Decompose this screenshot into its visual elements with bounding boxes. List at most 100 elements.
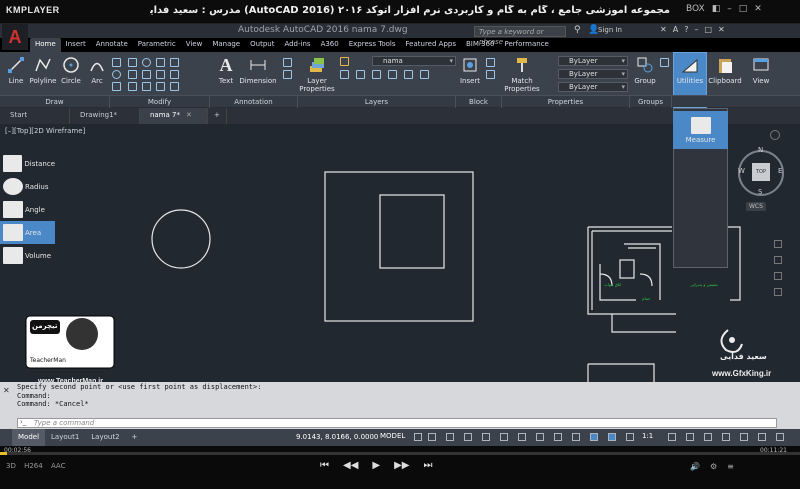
- tab-bim-360[interactable]: BIM 360: [461, 38, 500, 52]
- match-layer-icon[interactable]: [420, 70, 429, 79]
- area-menu-item[interactable]: Area: [0, 221, 55, 244]
- app-close-icon[interactable]: ✕: [718, 25, 725, 34]
- autodesk-a360-icon[interactable]: A: [673, 25, 678, 34]
- steering-wheel-icon[interactable]: [770, 130, 780, 140]
- grid-icon[interactable]: [414, 433, 422, 441]
- panel-properties[interactable]: Properties: [502, 96, 630, 108]
- layer-freeze-icon[interactable]: [372, 70, 381, 79]
- hardware-acceleration-icon[interactable]: [758, 433, 766, 441]
- fillet-icon[interactable]: [156, 70, 165, 79]
- layer-state-icon[interactable]: [340, 57, 349, 66]
- customization-icon[interactable]: [776, 433, 784, 441]
- group-tool[interactable]: Group: [632, 56, 658, 85]
- lineweight-icon[interactable]: [536, 433, 544, 441]
- mirror-icon[interactable]: [142, 70, 151, 79]
- compass-south[interactable]: S: [758, 188, 762, 196]
- osnap-icon[interactable]: [518, 433, 526, 441]
- close-icon[interactable]: ✕: [754, 4, 762, 14]
- tab-featured-apps[interactable]: Featured Apps: [401, 38, 461, 52]
- annotation-scale[interactable]: 1:1: [642, 432, 653, 440]
- polyline-tool[interactable]: Polyline: [28, 56, 58, 85]
- compass-north[interactable]: N: [758, 146, 763, 154]
- new-tab-button[interactable]: +: [208, 108, 227, 124]
- copy-icon[interactable]: [128, 70, 137, 79]
- trim-icon[interactable]: [156, 58, 165, 67]
- panel-layers[interactable]: Layers: [298, 96, 456, 108]
- tab-home[interactable]: Home: [30, 38, 61, 52]
- panel-modify[interactable]: Modify: [110, 96, 210, 108]
- tab-express-tools[interactable]: Express Tools: [344, 38, 401, 52]
- autocad-app-menu-button[interactable]: A: [2, 24, 28, 50]
- text-tool[interactable]: A Text: [214, 55, 238, 86]
- close-tab-icon[interactable]: ✕: [186, 111, 192, 119]
- orbit-icon[interactable]: [774, 272, 782, 280]
- layout-tab-model[interactable]: Model: [12, 429, 46, 446]
- drawn-circle[interactable]: [151, 209, 211, 269]
- file-tab-start[interactable]: Start: [0, 108, 70, 124]
- stretch-icon[interactable]: [128, 82, 137, 91]
- wcs-menu[interactable]: WCS: [746, 202, 766, 211]
- tab-view[interactable]: View: [181, 38, 208, 52]
- workspace-icon[interactable]: [668, 433, 676, 441]
- binoculars-icon[interactable]: ⚲: [574, 25, 581, 35]
- file-tab-drawing1[interactable]: Drawing1*: [70, 108, 140, 124]
- annotation-monitor-icon[interactable]: [686, 433, 694, 441]
- tab-performance[interactable]: Performance: [499, 38, 553, 52]
- panel-draw[interactable]: Draw: [0, 96, 110, 108]
- tab-insert[interactable]: Insert: [61, 38, 91, 52]
- arc-tool[interactable]: Arc: [86, 56, 108, 85]
- dynamic-ucs-icon[interactable]: [590, 433, 598, 441]
- selection-cycling-icon[interactable]: [572, 433, 580, 441]
- explode-icon[interactable]: [170, 70, 179, 79]
- seek-bar[interactable]: [0, 452, 800, 455]
- badge-3d[interactable]: 3D: [6, 462, 16, 470]
- help-icon[interactable]: ?: [684, 25, 688, 34]
- gradient-icon[interactable]: [112, 82, 121, 91]
- drawn-inner-square[interactable]: [379, 194, 445, 269]
- layout-tab-layout2[interactable]: Layout2: [85, 429, 125, 446]
- isodraft-icon[interactable]: [482, 433, 490, 441]
- layer-dropdown[interactable]: nama: [372, 56, 456, 66]
- tab-annotate[interactable]: Annotate: [91, 38, 133, 52]
- tab-add-ins[interactable]: Add-ins: [279, 38, 315, 52]
- layout-tab-layout1[interactable]: Layout1: [45, 429, 85, 446]
- zoom-extents-icon[interactable]: [774, 256, 782, 264]
- next-icon[interactable]: ⏭: [423, 460, 432, 471]
- offset-icon[interactable]: [170, 82, 179, 91]
- ungroup-icon[interactable]: [660, 58, 669, 67]
- quick-properties-icon[interactable]: [722, 433, 730, 441]
- showmotion-icon[interactable]: [774, 288, 782, 296]
- hatch-icon[interactable]: [112, 70, 121, 79]
- compass-east[interactable]: E: [778, 167, 782, 175]
- isolate-objects-icon[interactable]: [740, 433, 748, 441]
- app-maximize-icon[interactable]: □: [704, 25, 712, 34]
- dimension-tool[interactable]: Dimension: [238, 56, 278, 85]
- lineweight-dropdown[interactable]: ByLayer: [558, 82, 628, 92]
- help-search-input[interactable]: Type a keyword or phrase: [474, 26, 566, 46]
- leader-icon[interactable]: [283, 58, 292, 67]
- playlist-icon[interactable]: ≡: [727, 462, 734, 471]
- volume-menu-item[interactable]: Volume: [0, 244, 55, 267]
- tab-output[interactable]: Output: [245, 38, 279, 52]
- file-tab-nama7[interactable]: nama 7* ✕: [140, 108, 208, 124]
- new-layout-button[interactable]: +: [126, 429, 144, 446]
- utilities-tool[interactable]: Utilities: [675, 56, 705, 85]
- model-space-button[interactable]: MODEL: [380, 432, 405, 440]
- scale-icon[interactable]: [142, 82, 151, 91]
- angle-menu-item[interactable]: Angle: [0, 198, 55, 221]
- edit-block-icon[interactable]: [486, 70, 495, 79]
- volume-icon[interactable]: 🔊: [690, 462, 700, 471]
- viewport-controls[interactable]: [–][Top][2D Wireframe]: [5, 127, 85, 135]
- app-minimize-icon[interactable]: –: [694, 25, 698, 34]
- panel-block[interactable]: Block: [456, 96, 502, 108]
- distance-menu-item[interactable]: Distance: [0, 152, 55, 175]
- ortho-icon[interactable]: [446, 433, 454, 441]
- insert-tool[interactable]: Insert: [458, 56, 482, 85]
- pan-icon[interactable]: [774, 240, 782, 248]
- units-icon[interactable]: [704, 433, 712, 441]
- maximize-icon[interactable]: □: [739, 4, 748, 14]
- drawn-outer-square[interactable]: [324, 171, 474, 322]
- snap-icon[interactable]: [428, 433, 436, 441]
- transparency-icon[interactable]: [554, 433, 562, 441]
- match-properties-tool[interactable]: Match Properties: [504, 56, 540, 93]
